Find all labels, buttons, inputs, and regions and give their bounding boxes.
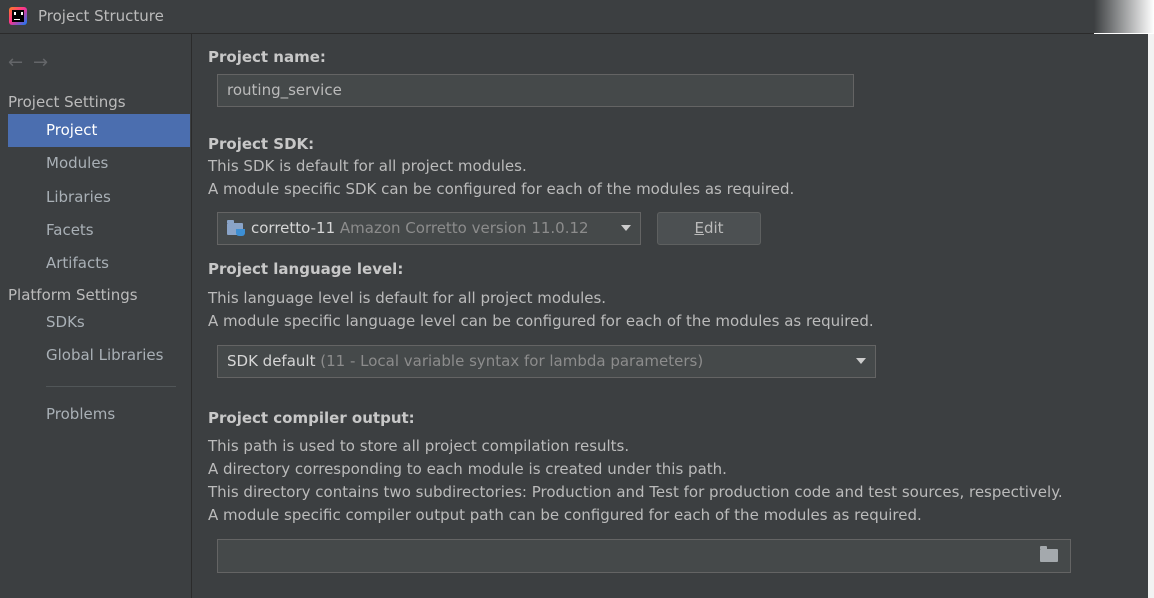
project-sdk-label: Project SDK: [208,135,315,153]
title-bar-edge [1094,0,1154,33]
language-level-desc-line: A module specific language level can be … [208,312,874,330]
browse-folder-icon[interactable] [1040,546,1058,562]
back-arrow-icon[interactable]: ← [8,54,23,72]
forward-arrow-icon[interactable]: → [33,54,48,72]
project-sdk-combo[interactable]: corretto-11 Amazon Corretto version 11.0… [217,212,641,245]
compiler-output-path-input[interactable] [217,539,1071,573]
sidebar-separator [46,386,176,387]
window-title: Project Structure [38,7,164,25]
language-level-value: SDK default [227,352,316,370]
project-sdk-desc-line: A module specific SDK can be configured … [208,180,795,198]
window-edge [1148,34,1154,598]
compiler-output-desc-line: A module specific compiler output path c… [208,506,922,524]
chevron-down-icon [621,225,631,231]
sidebar-item-facets[interactable]: Facets [8,214,190,247]
sdk-name: corretto-11 [251,219,336,237]
language-level-combo[interactable]: SDK default (11 - Local variable syntax … [217,345,876,378]
language-level-detail: (11 - Local variable syntax for lambda p… [320,352,704,370]
title-bar: Project Structure [0,0,1094,34]
intellij-app-icon [9,7,27,25]
chevron-down-icon [856,358,866,364]
language-level-desc-line: This language level is default for all p… [208,289,607,307]
project-settings-header: Project Settings [8,93,126,111]
sidebar-item-sdks[interactable]: SDKs [8,306,190,339]
sidebar-item-project[interactable]: Project [8,114,190,147]
project-sdk-description: This SDK is default for all project modu… [208,155,794,201]
project-name-input[interactable]: routing_service [217,74,854,107]
platform-settings-header: Platform Settings [8,286,138,304]
sidebar-item-modules[interactable]: Modules [8,147,190,180]
edit-sdk-button[interactable]: Edit [657,212,761,245]
compiler-output-description: This path is used to store all project c… [208,435,1063,527]
compiler-output-desc-line: This directory contains two subdirectori… [208,483,1063,501]
compiler-output-label: Project compiler output: [208,409,415,427]
sdk-version: Amazon Corretto version 11.0.12 [339,219,589,237]
project-structure-window: Project Structure ← → Project Settings P… [0,0,1154,598]
sidebar-item-artifacts[interactable]: Artifacts [8,247,190,280]
project-name-label: Project name: [208,48,326,66]
sidebar-item-libraries[interactable]: Libraries [8,181,190,214]
compiler-output-desc-line: A directory corresponding to each module… [208,460,727,478]
settings-sidebar: ← → Project Settings Project Modules Lib… [0,34,192,598]
language-level-label: Project language level: [208,260,404,278]
language-level-description: This language level is default for all p… [208,287,874,333]
compiler-output-desc-line: This path is used to store all project c… [208,437,630,455]
jdk-icon [227,220,245,236]
sidebar-item-global-libraries[interactable]: Global Libraries [8,339,190,372]
project-sdk-desc-line: This SDK is default for all project modu… [208,157,527,175]
sidebar-item-problems[interactable]: Problems [8,398,190,431]
